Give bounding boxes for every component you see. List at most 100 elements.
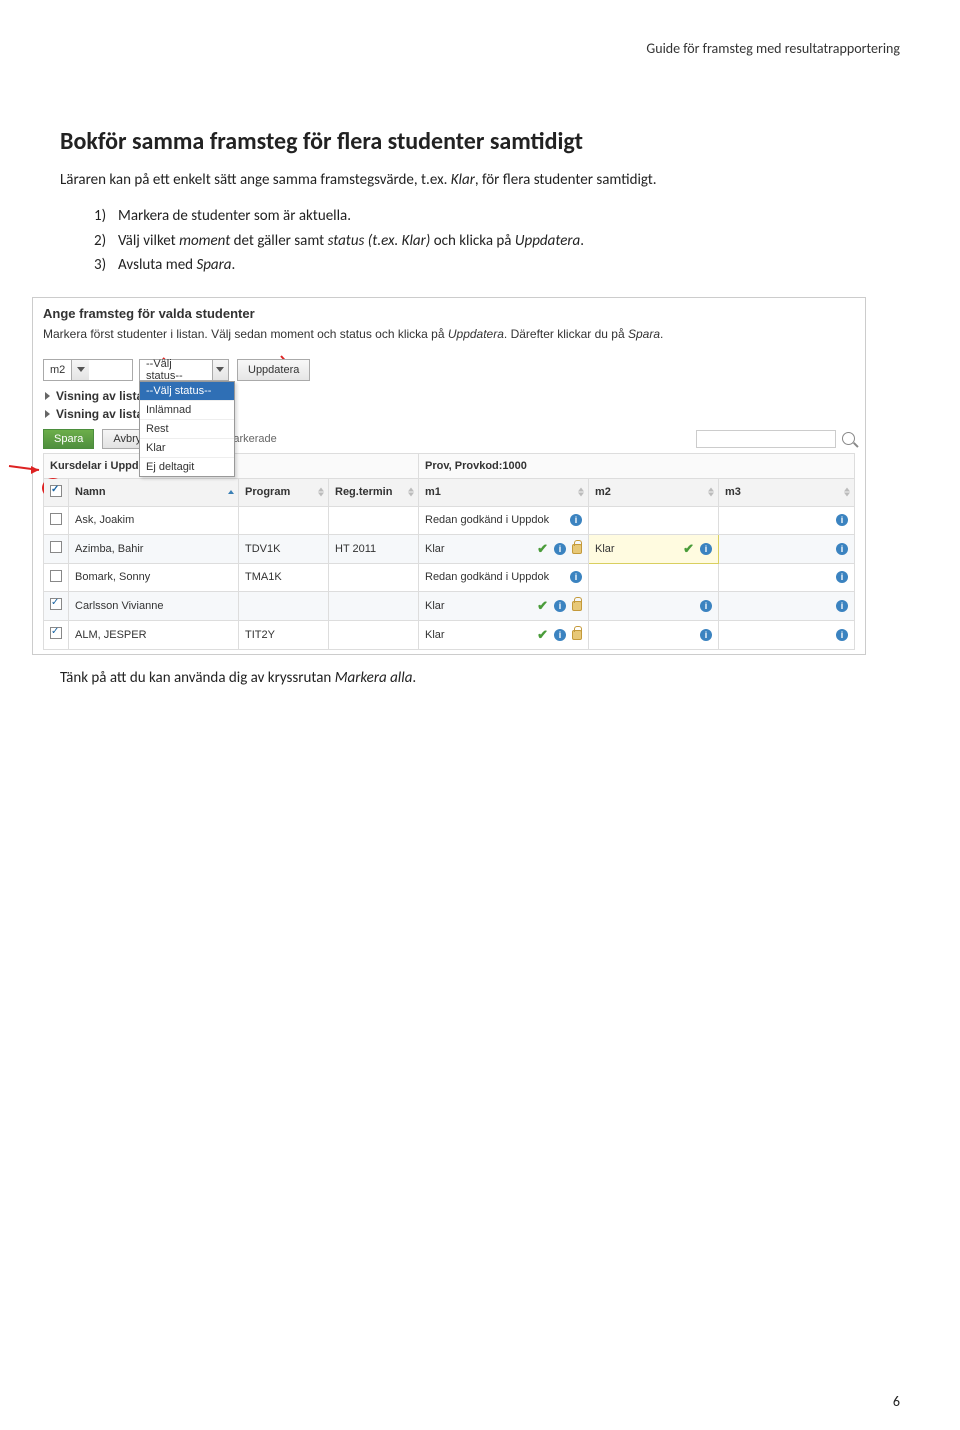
col-regtermin[interactable]: Reg.termin	[329, 478, 419, 506]
cell-name: Carlsson Vivianne	[69, 591, 239, 620]
table-row: Azimba, BahirTDV1KHT 2011Klar✔ i Klar✔ i…	[44, 534, 855, 563]
dropdown-caret-icon[interactable]	[212, 360, 228, 380]
cell-term	[329, 591, 419, 620]
col-name[interactable]: Namn	[69, 478, 239, 506]
info-icon[interactable]: i	[836, 514, 848, 526]
sort-icon	[844, 488, 850, 497]
search-icon[interactable]	[842, 432, 855, 445]
control-row: m2 --Välj status-- Uppdatera --Välj stat…	[43, 359, 855, 381]
step-num: 2)	[94, 230, 118, 253]
step-1: 1)Markera de studenter som är aktuella.	[94, 205, 900, 228]
info-icon[interactable]: i	[570, 514, 582, 526]
cell-checkbox[interactable]	[44, 534, 69, 563]
cell-name: Azimba, Bahir	[69, 534, 239, 563]
col-program[interactable]: Program	[239, 478, 329, 506]
cell-m1: Klar✔ i	[419, 591, 589, 620]
cell-program: TMA1K	[239, 563, 329, 591]
info-icon[interactable]: i	[700, 600, 712, 612]
step-num: 1)	[94, 205, 118, 228]
cell-m3: i	[719, 506, 855, 534]
cell-m1: Redan godkänd i Uppdoki	[419, 506, 589, 534]
lock-icon	[572, 601, 582, 611]
table-row: Ask, JoakimRedan godkänd i Uppdokii	[44, 506, 855, 534]
intro-paragraph: Läraren kan på ett enkelt sätt ange samm…	[60, 170, 900, 191]
instr-text: . Därefter klickar du på	[504, 327, 628, 341]
info-icon[interactable]: i	[554, 629, 566, 641]
status-option[interactable]: --Välj status--	[140, 382, 234, 401]
checkmark-icon: ✔	[683, 541, 694, 557]
col-m2[interactable]: m2	[589, 478, 719, 506]
status-option[interactable]: Inlämnad	[140, 401, 234, 420]
info-icon[interactable]: i	[836, 571, 848, 583]
cell-checkbox[interactable]	[44, 506, 69, 534]
status-option[interactable]: Rest	[140, 420, 234, 439]
step-text: .	[232, 256, 236, 274]
checkbox-icon[interactable]	[50, 598, 62, 610]
cell-checkbox[interactable]	[44, 591, 69, 620]
intro-italic: Klar	[451, 171, 475, 189]
status-option[interactable]: Klar	[140, 439, 234, 458]
info-icon[interactable]: i	[570, 571, 582, 583]
moment-select-value: m2	[44, 364, 71, 376]
intro-after: , för flera studenter samtidigt.	[475, 171, 657, 189]
col-checkbox[interactable]	[44, 478, 69, 506]
cell-m3: i	[719, 563, 855, 591]
cell-m3: i	[719, 591, 855, 620]
lock-icon	[572, 544, 582, 554]
partial-label: arkerade	[233, 433, 276, 445]
save-button[interactable]: Spara	[43, 429, 94, 449]
cell-program: TIT2Y	[239, 620, 329, 649]
cell-term	[329, 620, 419, 649]
intro-text: Läraren kan på ett enkelt sätt ange samm…	[60, 171, 451, 189]
table-row: ALM, JESPERTIT2YKlar✔ i ii	[44, 620, 855, 649]
checkbox-icon[interactable]	[50, 570, 62, 582]
cell-program	[239, 506, 329, 534]
info-icon[interactable]: i	[836, 629, 848, 641]
checkmark-icon: ✔	[537, 598, 548, 614]
cell-m3: i	[719, 534, 855, 563]
checkbox-icon[interactable]	[50, 627, 62, 639]
info-icon[interactable]: i	[554, 543, 566, 555]
step-text: .	[580, 232, 584, 250]
panel-title: Ange framsteg för valda studenter	[43, 306, 855, 321]
info-icon[interactable]: i	[554, 600, 566, 612]
cell-checkbox[interactable]	[44, 620, 69, 649]
info-icon[interactable]: i	[700, 629, 712, 641]
caret-right-icon	[45, 392, 50, 400]
step-italic: Uppdatera	[515, 232, 580, 250]
search-slot	[696, 430, 855, 448]
after-paragraph: Tänk på att du kan använda dig av kryssr…	[60, 669, 900, 687]
after-italic: Markera alla	[335, 669, 413, 687]
col-m3[interactable]: m3	[719, 478, 855, 506]
status-select[interactable]: --Välj status--	[139, 359, 229, 381]
status-dropdown: --Välj status-- Inlämnad Rest Klar Ej de…	[139, 381, 235, 477]
info-icon[interactable]: i	[836, 543, 848, 555]
instr-italic: Spara	[628, 327, 660, 341]
checkbox-icon[interactable]	[50, 541, 62, 553]
col-group-prov: Prov, Provkod:1000	[419, 453, 855, 478]
info-icon[interactable]: i	[700, 543, 712, 555]
cell-name: Bomark, Sonny	[69, 563, 239, 591]
cell-checkbox[interactable]	[44, 563, 69, 591]
update-button[interactable]: Uppdatera	[237, 359, 310, 381]
screenshot-panel: Ange framsteg för valda studenter Marker…	[32, 297, 866, 655]
list-view-label: Visning av lista	[56, 389, 143, 403]
step-italic: Spara	[196, 256, 231, 274]
step-num: 3)	[94, 254, 118, 277]
moment-select[interactable]: m2	[43, 359, 133, 381]
step-italic: moment	[179, 232, 230, 250]
checkbox-icon[interactable]	[50, 485, 62, 497]
dropdown-caret-icon[interactable]	[71, 360, 89, 380]
sort-icon	[708, 488, 714, 497]
checkmark-icon: ✔	[537, 541, 548, 557]
col-label: m1	[425, 486, 441, 498]
checkbox-icon[interactable]	[50, 513, 62, 525]
col-m1[interactable]: m1	[419, 478, 589, 506]
cell-m1: Redan godkänd i Uppdoki	[419, 563, 589, 591]
info-icon[interactable]: i	[836, 600, 848, 612]
status-option[interactable]: Ej deltagit	[140, 458, 234, 476]
sort-icon	[228, 490, 234, 494]
after-text: .	[412, 669, 416, 687]
cell-name: Ask, Joakim	[69, 506, 239, 534]
search-input[interactable]	[696, 430, 836, 448]
